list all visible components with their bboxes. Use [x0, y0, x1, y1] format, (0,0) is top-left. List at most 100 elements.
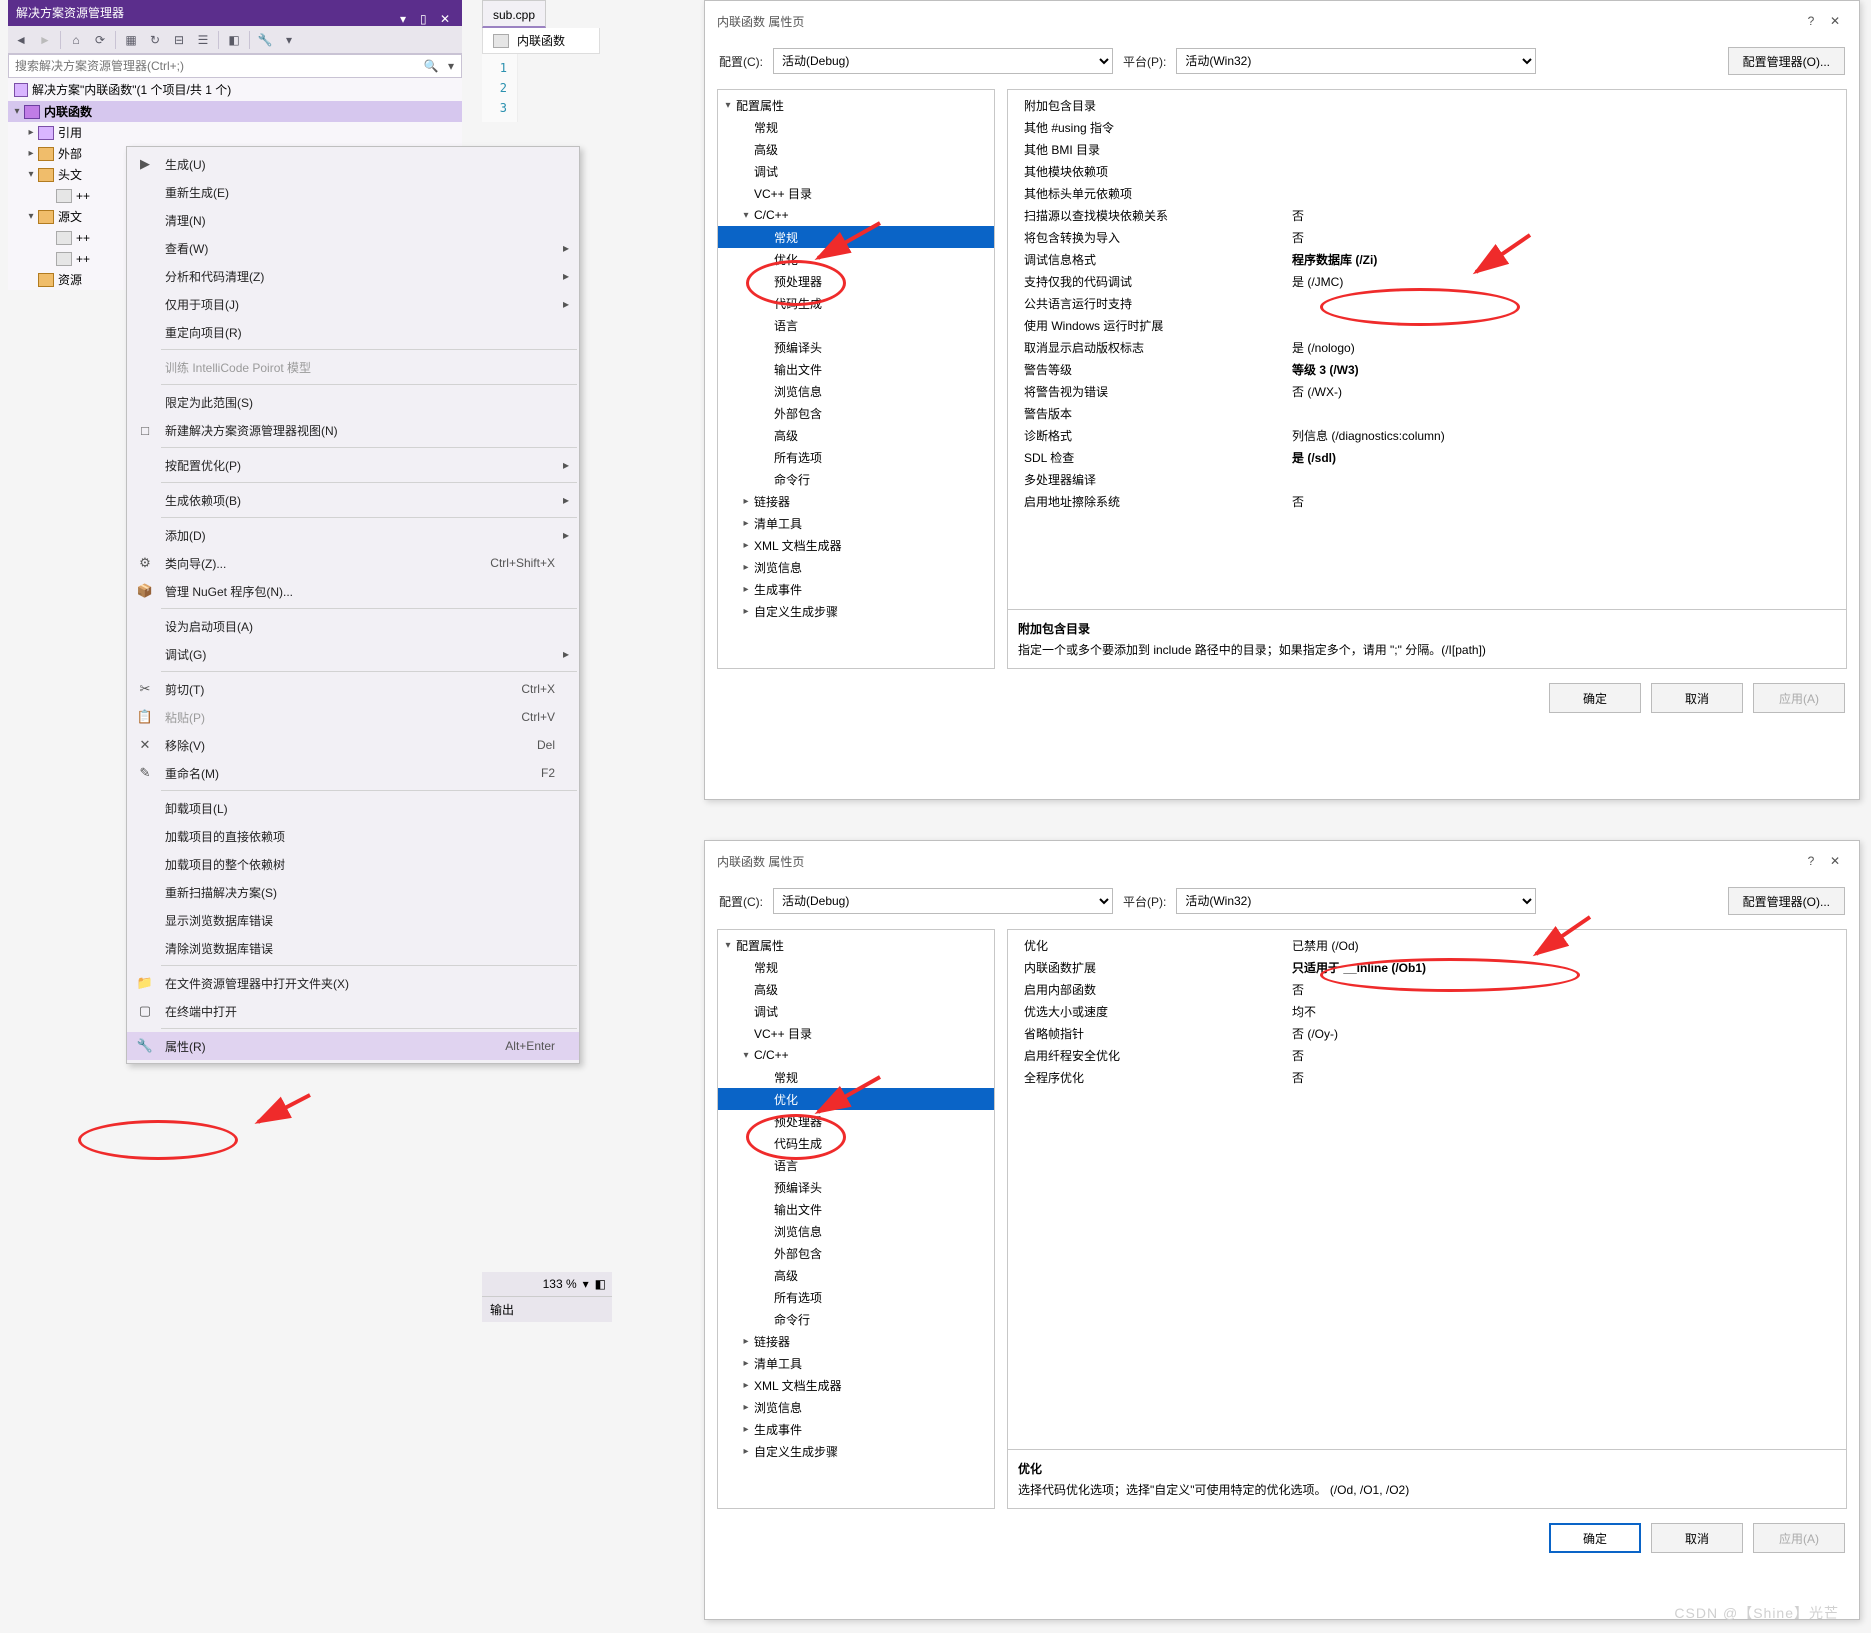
property-row[interactable]: 取消显示启动版权标志是 (/nologo) — [1012, 336, 1842, 358]
context-menu-item[interactable]: ✂剪切(T)Ctrl+X — [127, 675, 579, 703]
property-row[interactable]: 调试信息格式程序数据库 (/Zi) — [1012, 248, 1842, 270]
nav-tree-item[interactable]: 外部包含 — [718, 402, 994, 424]
context-menu-item[interactable]: 设为启动项目(A) — [127, 612, 579, 640]
property-value[interactable]: 否 — [1292, 981, 1842, 998]
back-icon[interactable]: ◄ — [12, 31, 30, 49]
toolbar-dropdown-icon[interactable]: ▾ — [280, 31, 298, 49]
context-menu-item[interactable]: 调试(G)▸ — [127, 640, 579, 668]
show-all-icon[interactable]: ▦ — [122, 31, 140, 49]
property-value[interactable]: 已禁用 (/Od) — [1292, 937, 1842, 954]
context-menu-item[interactable]: ▢在终端中打开 — [127, 997, 579, 1025]
property-row[interactable]: 其他 BMI 目录 — [1012, 138, 1842, 160]
property-row[interactable]: 启用内部函数否 — [1012, 978, 1842, 1000]
references-node[interactable]: ▸ 引用 — [8, 122, 462, 143]
context-menu-item[interactable]: 加载项目的直接依赖项 — [127, 822, 579, 850]
property-value[interactable]: 否 — [1292, 1069, 1842, 1086]
nav-tree-item[interactable]: 高级 — [718, 978, 994, 1000]
platform-select[interactable]: 活动(Win32) — [1176, 48, 1536, 74]
ok-button[interactable]: 确定 — [1549, 683, 1641, 713]
context-menu-item[interactable]: 🔧属性(R)Alt+Enter — [127, 1032, 579, 1060]
property-row[interactable]: SDL 检查是 (/sdl) — [1012, 446, 1842, 468]
context-menu-item[interactable]: 分析和代码清理(Z)▸ — [127, 262, 579, 290]
context-menu-item[interactable]: 重定向项目(R) — [127, 318, 579, 346]
nav-tree-item[interactable]: ▾C/C++ — [718, 1044, 994, 1066]
nav-tree-item[interactable]: ▸XML 文档生成器 — [718, 534, 994, 556]
nav-tree-item[interactable]: 语言 — [718, 314, 994, 336]
project-node[interactable]: ▾ 内联函数 — [8, 101, 462, 122]
nav-tree-item[interactable]: 调试 — [718, 1000, 994, 1022]
nav-tree-item[interactable]: ▸浏览信息 — [718, 1396, 994, 1418]
property-row[interactable]: 诊断格式列信息 (/diagnostics:column) — [1012, 424, 1842, 446]
property-row[interactable]: 优化已禁用 (/Od) — [1012, 934, 1842, 956]
platform-select[interactable]: 活动(Win32) — [1176, 888, 1536, 914]
context-menu-item[interactable]: 加载项目的整个依赖树 — [127, 850, 579, 878]
property-row[interactable]: 省略帧指针否 (/Oy-) — [1012, 1022, 1842, 1044]
property-row[interactable]: 支持仅我的代码调试是 (/JMC) — [1012, 270, 1842, 292]
editor-tab[interactable]: sub.cpp — [482, 0, 546, 28]
nav-tree-item[interactable]: VC++ 目录 — [718, 1022, 994, 1044]
property-row[interactable]: 内联函数扩展只适用于 __inline (/Ob1) — [1012, 956, 1842, 978]
wrench-icon[interactable]: 🔧 — [256, 31, 274, 49]
context-menu-item[interactable]: ▶生成(U) — [127, 150, 579, 178]
property-row[interactable]: 扫描源以查找模块依赖关系否 — [1012, 204, 1842, 226]
property-row[interactable]: 全程序优化否 — [1012, 1066, 1842, 1088]
pin-icon[interactable]: ▯ — [420, 6, 434, 20]
nav-tree-item[interactable]: ▸生成事件 — [718, 1418, 994, 1440]
property-row[interactable]: 其他 #using 指令 — [1012, 116, 1842, 138]
nav-tree-item[interactable]: ▾配置属性 — [718, 934, 994, 956]
property-row[interactable]: 启用纤程安全优化否 — [1012, 1044, 1842, 1066]
help-icon[interactable]: ? — [1799, 854, 1823, 868]
nav-tree-item[interactable]: 外部包含 — [718, 1242, 994, 1264]
property-value[interactable]: 否 (/Oy-) — [1292, 1025, 1842, 1042]
config-manager-button[interactable]: 配置管理器(O)... — [1728, 887, 1845, 915]
nav-tree-item[interactable]: 输出文件 — [718, 358, 994, 380]
config-select[interactable]: 活动(Debug) — [773, 888, 1113, 914]
nav-tree-item[interactable]: 预处理器 — [718, 1110, 994, 1132]
nav-tree-item[interactable]: 所有选项 — [718, 1286, 994, 1308]
sync-icon[interactable]: ⟳ — [91, 31, 109, 49]
property-row[interactable]: 其他标头单元依赖项 — [1012, 182, 1842, 204]
nav-tree-item[interactable]: ▸链接器 — [718, 490, 994, 512]
cancel-button[interactable]: 取消 — [1651, 1523, 1743, 1553]
nav-tree-item[interactable]: ▾C/C++ — [718, 204, 994, 226]
nav-tree-item[interactable]: 所有选项 — [718, 446, 994, 468]
context-menu-item[interactable]: 生成依赖项(B)▸ — [127, 486, 579, 514]
nav-tree-item[interactable]: 常规 — [718, 1066, 994, 1088]
nav-tree-item[interactable]: ▸清单工具 — [718, 1352, 994, 1374]
nav-tree-item[interactable]: VC++ 目录 — [718, 182, 994, 204]
context-menu-item[interactable]: 限定为此范围(S) — [127, 388, 579, 416]
property-row[interactable]: 警告版本 — [1012, 402, 1842, 424]
property-row[interactable]: 将警告视为错误否 (/WX-) — [1012, 380, 1842, 402]
nav-tree-item[interactable]: 预编译头 — [718, 1176, 994, 1198]
context-menu-item[interactable]: 📁在文件资源管理器中打开文件夹(X) — [127, 969, 579, 997]
context-menu-item[interactable]: 显示浏览数据库错误 — [127, 906, 579, 934]
zoom-level[interactable]: 133 % — [543, 1277, 577, 1291]
context-menu-item[interactable]: 📦管理 NuGet 程序包(N)... — [127, 577, 579, 605]
property-grid-body[interactable]: 附加包含目录其他 #using 指令其他 BMI 目录其他模块依赖项其他标头单元… — [1008, 90, 1846, 609]
nav-tree-item[interactable]: 预处理器 — [718, 270, 994, 292]
cancel-button[interactable]: 取消 — [1651, 683, 1743, 713]
nav-tree-item[interactable]: ▸生成事件 — [718, 578, 994, 600]
close-icon[interactable]: ✕ — [1823, 854, 1847, 868]
nav-tree-item[interactable]: 调试 — [718, 160, 994, 182]
nav-tree-item[interactable]: 浏览信息 — [718, 380, 994, 402]
ok-button[interactable]: 确定 — [1549, 1523, 1641, 1553]
nav-tree-item[interactable]: 命令行 — [718, 468, 994, 490]
property-value[interactable]: 否 — [1292, 493, 1842, 510]
property-row[interactable]: 使用 Windows 运行时扩展 — [1012, 314, 1842, 336]
property-nav-tree[interactable]: ▾配置属性常规高级调试VC++ 目录▾C/C++常规优化预处理器代码生成语言预编… — [717, 89, 995, 669]
solution-explorer-search[interactable]: 🔍 ▾ — [8, 54, 462, 78]
nav-tree-item[interactable]: 常规 — [718, 226, 994, 248]
search-dropdown-icon[interactable]: ▾ — [441, 59, 461, 73]
property-value[interactable]: 否 — [1292, 1047, 1842, 1064]
nav-tree-item[interactable]: 高级 — [718, 138, 994, 160]
context-menu-item[interactable]: 查看(W)▸ — [127, 234, 579, 262]
nav-tree-item[interactable]: 常规 — [718, 956, 994, 978]
context-menu-item[interactable]: 仅用于项目(J)▸ — [127, 290, 579, 318]
help-icon[interactable]: ? — [1799, 14, 1823, 28]
context-menu-item[interactable]: 清理(N) — [127, 206, 579, 234]
nav-tree-item[interactable]: 代码生成 — [718, 292, 994, 314]
nav-tree-item[interactable]: ▸清单工具 — [718, 512, 994, 534]
property-value[interactable]: 列信息 (/diagnostics:column) — [1292, 427, 1842, 444]
property-row[interactable]: 其他模块依赖项 — [1012, 160, 1842, 182]
